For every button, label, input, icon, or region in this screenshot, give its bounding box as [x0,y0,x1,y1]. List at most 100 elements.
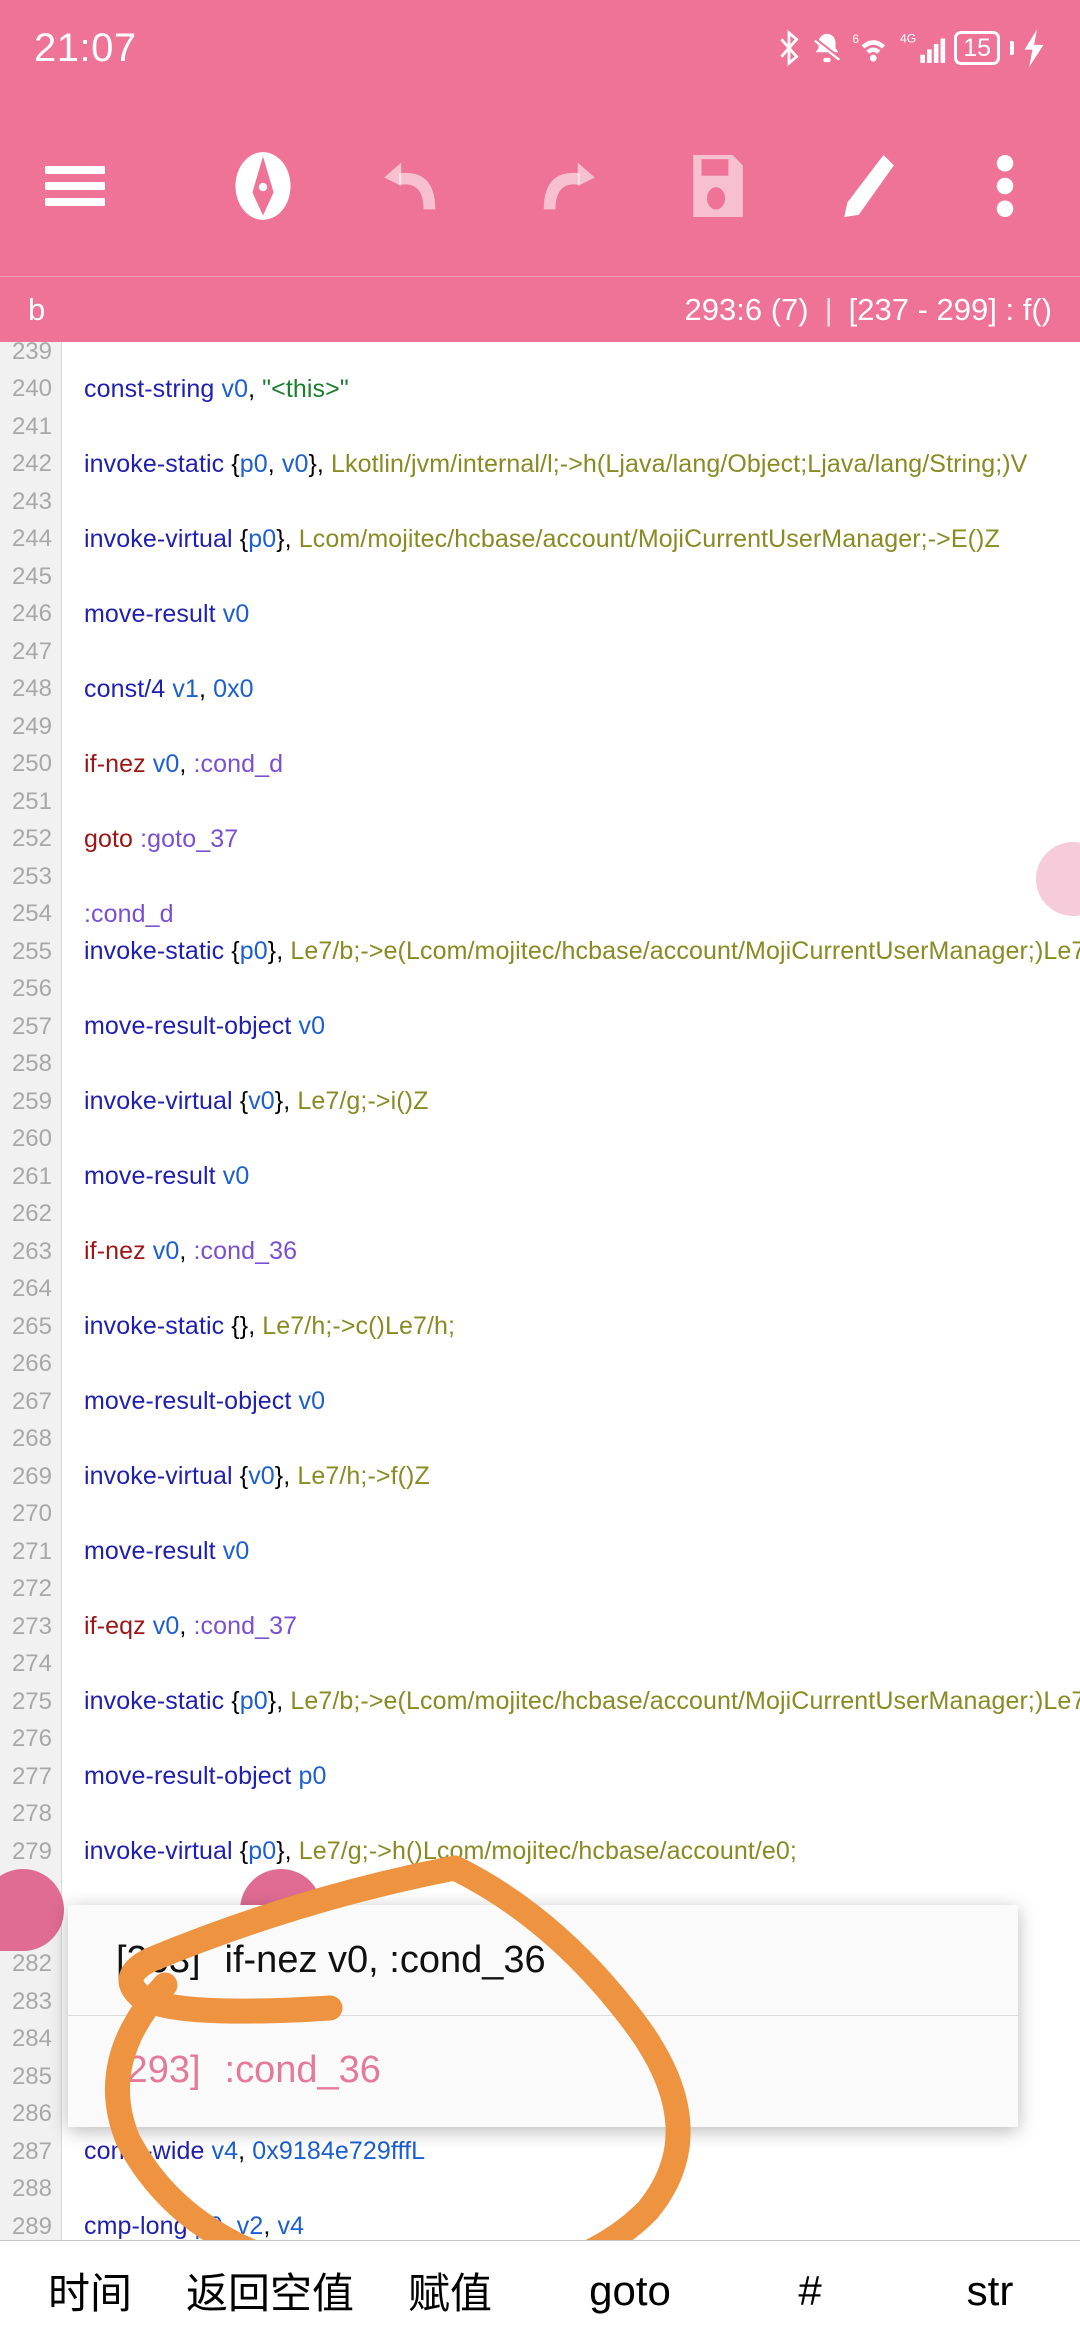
code-line-244[interactable]: 244 invoke-virtual {p0}, Lcom/mojitec/hcb… [0,521,1080,559]
line-content-248[interactable]: const/4 v1, 0x0 [62,675,254,704]
code-line-257[interactable]: 257 move-result-object v0 [0,1008,1080,1046]
line-number-256: 256 [11,975,52,1003]
popup-item-0-index: [263] [116,1938,201,1981]
code-line-274[interactable]: 274 [0,1646,1080,1684]
code-line-268[interactable]: 268 [0,1421,1080,1459]
line-content-263[interactable]: if-nez v0, :cond_36 [62,1237,297,1266]
popup-item-1[interactable]: [293] :cond_36 [68,2015,1018,2125]
line-content-240[interactable]: const-string v0, "<this>" [62,375,349,404]
code-line-255[interactable]: 255 invoke-static {p0}, Le7/b;->e(Lcom/mo… [0,933,1080,971]
popup-item-0[interactable]: [263] if-nez v0, :cond_36 [68,1905,1018,2015]
jump-target-popup[interactable]: [263] if-nez v0, :cond_36 [293] :cond_36 [68,1905,1018,2127]
code-line-254[interactable]: 254:cond_d [0,896,1080,934]
line-number-259: 259 [11,1087,52,1115]
code-line-250[interactable]: 250 if-nez v0, :cond_d [0,746,1080,784]
code-line-289[interactable]: 289 cmp-long p0, v2, v4 [0,2208,1080,2240]
code-line-272[interactable]: 272 [0,1571,1080,1609]
wifi-icon: 6 [852,31,892,65]
line-content-287[interactable]: const-wide v4, 0x9184e729fffL [62,2137,425,2166]
line-number-272: 272 [11,1575,52,1603]
code-line-278[interactable]: 278 [0,1796,1080,1834]
code-line-249[interactable]: 249 [0,708,1080,746]
line-content-273[interactable]: if-eqz v0, :cond_37 [62,1612,297,1641]
undo-button[interactable] [360,130,468,242]
edit-button[interactable] [813,130,921,242]
code-line-261[interactable]: 261 move-result v0 [0,1158,1080,1196]
code-line-280[interactable]: 280 [0,1871,1080,1909]
line-number-277: 277 [11,1762,52,1790]
line-content-261[interactable]: move-result v0 [62,1162,249,1191]
code-line-252[interactable]: 252 goto :goto_37 [0,821,1080,859]
code-line-276[interactable]: 276 [0,1721,1080,1759]
code-line-241[interactable]: 241 [0,408,1080,446]
code-line-270[interactable]: 270 [0,1496,1080,1534]
code-line-258[interactable]: 258 [0,1046,1080,1084]
code-line-248[interactable]: 248 const/4 v1, 0x0 [0,671,1080,709]
code-line-256[interactable]: 256 [0,971,1080,1009]
line-content-267[interactable]: move-result-object v0 [62,1387,325,1416]
code-line-263[interactable]: 263 if-nez v0, :cond_36 [0,1233,1080,1271]
line-content-254[interactable]: :cond_d [62,900,174,929]
code-line-246[interactable]: 246 move-result v0 [0,596,1080,634]
line-content-244[interactable]: invoke-virtual {p0}, Lcom/mojitec/hcbase… [62,525,1000,554]
line-content-246[interactable]: move-result v0 [62,600,249,629]
line-content-269[interactable]: invoke-virtual {v0}, Le7/h;->f()Z [62,1462,430,1491]
line-content-255[interactable]: invoke-static {p0}, Le7/b;->e(Lcom/mojit… [62,937,1080,966]
code-line-275[interactable]: 275 invoke-static {p0}, Le7/b;->e(Lcom/mo… [0,1683,1080,1721]
symbol-key-0[interactable]: 时间 [0,2260,180,2321]
symbol-key-4[interactable]: # [720,2267,900,2315]
symbol-key-3[interactable]: goto [540,2267,720,2315]
symbol-key-2[interactable]: 赋值 [360,2260,540,2321]
code-line-243[interactable]: 243 [0,483,1080,521]
code-line-245[interactable]: 245 [0,558,1080,596]
popup-item-0-text: if-nez v0, :cond_36 [224,1938,546,1981]
line-number-266: 266 [11,1350,52,1378]
code-line-271[interactable]: 271 move-result v0 [0,1533,1080,1571]
code-line-269[interactable]: 269 invoke-virtual {v0}, Le7/h;->f()Z [0,1458,1080,1496]
line-content-289[interactable]: cmp-long p0, v2, v4 [62,2212,304,2240]
line-number-279: 279 [11,1837,52,1865]
line-content-257[interactable]: move-result-object v0 [62,1012,325,1041]
code-line-267[interactable]: 267 move-result-object v0 [0,1383,1080,1421]
line-number-262: 262 [11,1200,52,1228]
code-line-247[interactable]: 247 [0,633,1080,671]
line-content-277[interactable]: move-result-object p0 [62,1762,327,1791]
line-content-242[interactable]: invoke-static {p0, v0}, Lkotlin/jvm/inte… [62,450,1027,479]
code-line-240[interactable]: 240 const-string v0, "<this>" [0,371,1080,409]
line-content-250[interactable]: if-nez v0, :cond_d [62,750,283,779]
line-content-252[interactable]: goto :goto_37 [62,825,238,854]
symbol-key-1[interactable]: 返回空值 [180,2260,360,2321]
code-line-242[interactable]: 242 invoke-static {p0, v0}, Lkotlin/jvm/i… [0,446,1080,484]
line-content-275[interactable]: invoke-static {p0}, Le7/b;->e(Lcom/mojit… [62,1687,1080,1716]
code-line-262[interactable]: 262 [0,1196,1080,1234]
code-line-253[interactable]: 253 [0,858,1080,896]
redo-button[interactable] [511,130,619,242]
code-line-260[interactable]: 260 [0,1121,1080,1159]
code-line-287[interactable]: 287 const-wide v4, 0x9184e729fffL [0,2133,1080,2171]
save-button[interactable] [662,130,770,242]
code-line-277[interactable]: 277 move-result-object p0 [0,1758,1080,1796]
line-content-271[interactable]: move-result v0 [62,1537,249,1566]
code-line-265[interactable]: 265 invoke-static {}, Le7/h;->c()Le7/h; [0,1308,1080,1346]
line-number-255: 255 [11,937,52,965]
line-content-279[interactable]: invoke-virtual {p0}, Le7/g;->h()Lcom/moj… [62,1837,797,1866]
code-line-279[interactable]: 279 invoke-virtual {p0}, Le7/g;->h()Lcom/… [0,1833,1080,1871]
code-line-264[interactable]: 264 [0,1271,1080,1309]
menu-button[interactable] [21,130,129,242]
code-line-239[interactable]: 239 [0,342,1080,371]
code-line-251[interactable]: 251 [0,783,1080,821]
line-content-265[interactable]: invoke-static {}, Le7/h;->c()Le7/h; [62,1312,455,1341]
line-number-278: 278 [11,1800,52,1828]
code-line-266[interactable]: 266 [0,1346,1080,1384]
navigate-button[interactable] [209,130,317,242]
line-content-259[interactable]: invoke-virtual {v0}, Le7/g;->i()Z [62,1087,428,1116]
code-line-288[interactable]: 288 [0,2171,1080,2209]
screen-root: 21:07 6 4G 15 b 293:6 (7) | [237 - 299] … [0,0,1080,2340]
status-bar: 21:07 6 4G 15 [0,0,1080,96]
overflow-button[interactable] [950,130,1058,242]
line-number-267: 267 [11,1387,52,1415]
app-toolbar [0,96,1080,276]
code-line-259[interactable]: 259 invoke-virtual {v0}, Le7/g;->i()Z [0,1083,1080,1121]
code-line-273[interactable]: 273 if-eqz v0, :cond_37 [0,1608,1080,1646]
symbol-key-5[interactable]: str [900,2267,1080,2315]
